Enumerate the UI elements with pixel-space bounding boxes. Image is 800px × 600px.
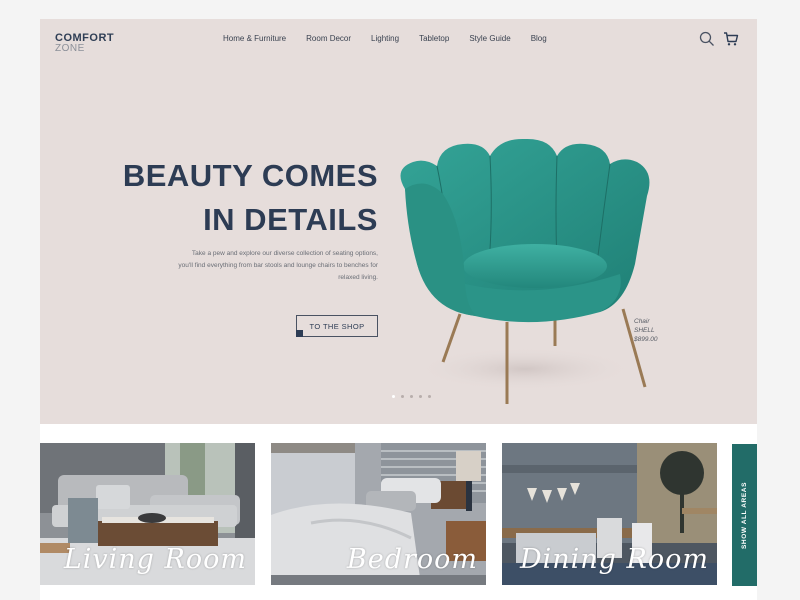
- area-cards: Living Room Bedroom Dining Room: [40, 443, 757, 585]
- cart-icon[interactable]: [723, 31, 739, 47]
- area-label-bedroom: Bedroom: [346, 544, 478, 575]
- to-the-shop-button[interactable]: TO THE SHOP: [296, 315, 378, 337]
- product-name: SHELL: [634, 327, 655, 334]
- show-all-areas-label: SHOW ALL AREAS: [741, 481, 748, 549]
- headline-line1: BEAUTY COMES: [122, 158, 378, 193]
- search-icon[interactable]: [699, 31, 715, 47]
- hero-section: COMFORT ZONE Home & Furniture Room Decor…: [40, 19, 757, 424]
- carousel-dot-3[interactable]: [410, 395, 413, 398]
- logo[interactable]: COMFORT ZONE: [55, 33, 114, 54]
- button-corner-accent: [296, 330, 303, 337]
- nav-item-blog[interactable]: Blog: [531, 33, 547, 45]
- product-price: $899.00: [634, 336, 658, 343]
- area-label-living-room: Living Room: [63, 544, 247, 575]
- carousel-dot-4[interactable]: [419, 395, 422, 398]
- nav-item-tabletop[interactable]: Tabletop: [419, 33, 449, 45]
- area-card-living-room[interactable]: Living Room: [40, 443, 255, 585]
- carousel-dot-1[interactable]: [392, 395, 395, 398]
- hero-headline: BEAUTY COMES IN DETAILS: [123, 154, 378, 242]
- shop-button-label: TO THE SHOP: [309, 321, 365, 331]
- show-all-areas-button[interactable]: SHOW ALL AREAS: [732, 444, 757, 586]
- product-tag: Chair SHELL $899.00: [634, 317, 658, 344]
- hero-description: Take a pew and explore our diverse colle…: [178, 250, 378, 281]
- carousel-dot-5[interactable]: [428, 395, 431, 398]
- nav-item-style-guide[interactable]: Style Guide: [469, 33, 510, 45]
- chair-product-image[interactable]: [385, 134, 665, 404]
- area-label-dining-room: Dining Room: [519, 544, 709, 575]
- carousel-dots: [392, 395, 431, 398]
- nav-item-home-furniture[interactable]: Home & Furniture: [223, 33, 286, 45]
- nav-item-lighting[interactable]: Lighting: [371, 33, 399, 45]
- product-type: Chair: [634, 318, 650, 325]
- area-card-bedroom[interactable]: Bedroom: [271, 443, 486, 585]
- carousel-dot-2[interactable]: [401, 395, 404, 398]
- nav-item-room-decor[interactable]: Room Decor: [306, 33, 351, 45]
- logo-line2: ZONE: [55, 43, 85, 54]
- main-nav: Home & Furniture Room Decor Lighting Tab…: [223, 33, 567, 45]
- area-card-dining-room[interactable]: Dining Room: [502, 443, 717, 585]
- headline-line2: IN DETAILS: [203, 202, 378, 237]
- header-actions: [699, 31, 739, 47]
